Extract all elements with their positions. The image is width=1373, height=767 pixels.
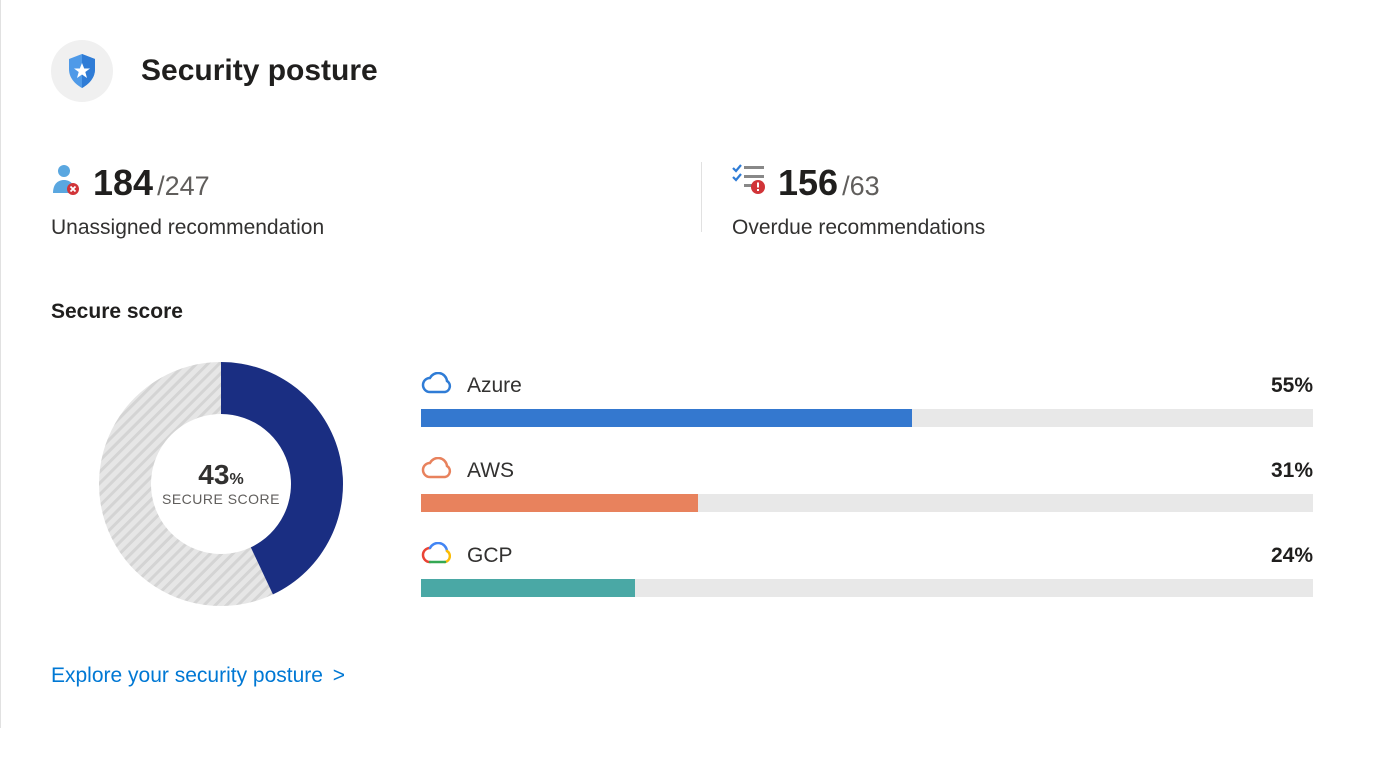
provider-percent: 55% <box>1271 374 1313 398</box>
stat-overdue-value: 156 <box>778 162 838 204</box>
stat-unassigned[interactable]: 184 /247 Unassigned recommendation <box>51 162 701 240</box>
explore-link[interactable]: Explore your security posture > <box>51 664 345 688</box>
provider-row-azure[interactable]: Azure 55% <box>421 372 1313 427</box>
checklist-overdue-icon <box>732 164 766 199</box>
stat-unassigned-total: /247 <box>157 171 210 202</box>
stat-overdue[interactable]: 156 /63 Overdue recommendations <box>732 162 985 240</box>
cloud-aws-icon <box>421 457 453 486</box>
progress-fill <box>421 579 635 597</box>
stat-overdue-total: /63 <box>842 171 880 202</box>
progress-fill <box>421 494 698 512</box>
provider-name: GCP <box>467 544 513 568</box>
provider-name: Azure <box>467 374 522 398</box>
progress-track <box>421 409 1313 427</box>
chevron-right-icon: > <box>327 664 345 687</box>
card-header: Security posture <box>51 40 1323 102</box>
progress-track <box>421 494 1313 512</box>
progress-fill <box>421 409 912 427</box>
score-area: 43% SECURE SCORE Azure 55% AWS 31% GCP 24% <box>51 354 1323 614</box>
stat-overdue-label: Overdue recommendations <box>732 216 985 240</box>
stat-divider <box>701 162 702 232</box>
donut-percent-value: 43 <box>198 459 229 490</box>
provider-percent: 24% <box>1271 544 1313 568</box>
stat-unassigned-label: Unassigned recommendation <box>51 216 701 240</box>
donut-percent-sign: % <box>229 471 243 488</box>
progress-track <box>421 579 1313 597</box>
explore-link-text: Explore your security posture <box>51 664 323 687</box>
stat-unassigned-value: 184 <box>93 162 153 204</box>
secure-score-title: Secure score <box>51 300 1323 324</box>
provider-bars: Azure 55% AWS 31% GCP 24% <box>421 372 1323 597</box>
provider-row-aws[interactable]: AWS 31% <box>421 457 1313 512</box>
provider-name: AWS <box>467 459 514 483</box>
security-posture-card: Security posture 184 /247 Unassigned rec… <box>1 0 1373 728</box>
stats-row: 184 /247 Unassigned recommendation <box>51 162 1323 240</box>
user-unassigned-icon <box>51 163 81 200</box>
cloud-gcp-icon <box>421 542 453 571</box>
secure-score-donut[interactable]: 43% SECURE SCORE <box>91 354 351 614</box>
donut-sub-label: SECURE SCORE <box>162 491 280 507</box>
cloud-azure-icon <box>421 372 453 401</box>
page-title: Security posture <box>141 54 378 88</box>
provider-row-gcp[interactable]: GCP 24% <box>421 542 1313 597</box>
provider-percent: 31% <box>1271 459 1313 483</box>
shield-icon <box>51 40 113 102</box>
